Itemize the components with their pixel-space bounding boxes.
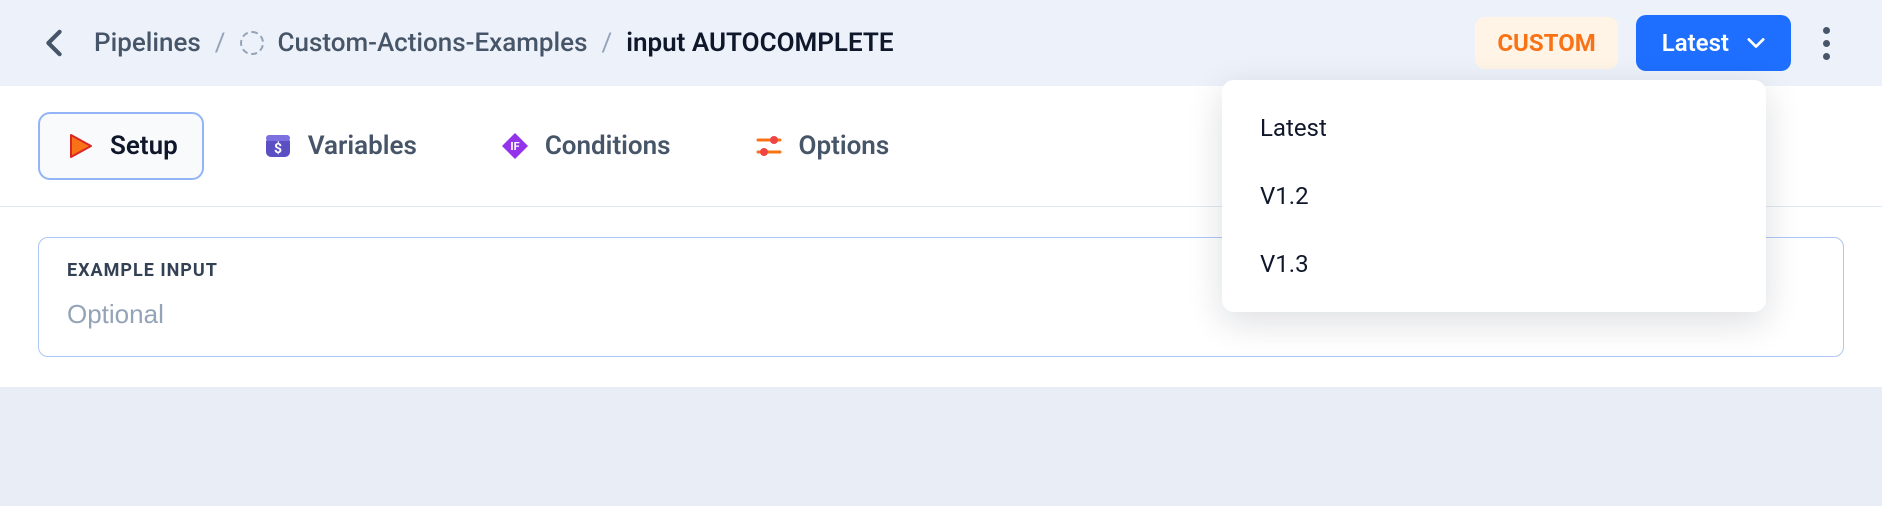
version-dropdown: Latest V1.2 V1.3 [1222,80,1766,312]
tab-conditions[interactable]: IF Conditions [475,114,695,178]
project-placeholder-icon [240,31,264,55]
svg-text:$: $ [274,140,282,157]
back-button[interactable] [38,27,70,59]
breadcrumb-separator: / [215,28,226,58]
page-header: Pipelines / Custom-Actions-Examples / in… [0,0,1882,86]
chevron-left-icon [45,29,63,57]
tab-label: Conditions [545,131,671,161]
variables-icon: $ [262,130,294,162]
dot-icon [1823,27,1830,34]
dropdown-item-v13[interactable]: V1.3 [1222,230,1766,298]
tab-setup[interactable]: Setup [38,112,204,180]
tab-label: Options [799,131,890,161]
dot-icon [1823,40,1830,47]
tab-options[interactable]: Options [729,114,914,178]
svg-text:IF: IF [510,140,519,153]
breadcrumb-project[interactable]: Custom-Actions-Examples [278,28,588,58]
options-icon [753,130,785,162]
breadcrumb-current: input AUTOCOMPLETE [626,28,893,58]
header-actions: CUSTOM Latest [1475,15,1844,71]
version-selector-label: Latest [1662,29,1729,57]
chevron-down-icon [1747,34,1765,52]
breadcrumb-root[interactable]: Pipelines [94,28,201,58]
breadcrumb-separator: / [601,28,612,58]
conditions-icon: IF [499,130,531,162]
dropdown-item-v12[interactable]: V1.2 [1222,162,1766,230]
tab-label: Variables [308,131,417,161]
dropdown-item-latest[interactable]: Latest [1222,94,1766,162]
more-menu-button[interactable] [1809,19,1844,68]
tab-variables[interactable]: $ Variables [238,114,441,178]
breadcrumb: Pipelines / Custom-Actions-Examples / in… [94,28,894,58]
dot-icon [1823,53,1830,60]
version-selector[interactable]: Latest [1636,15,1791,71]
custom-badge: CUSTOM [1475,17,1617,69]
play-icon [64,130,96,162]
tab-label: Setup [110,131,178,161]
